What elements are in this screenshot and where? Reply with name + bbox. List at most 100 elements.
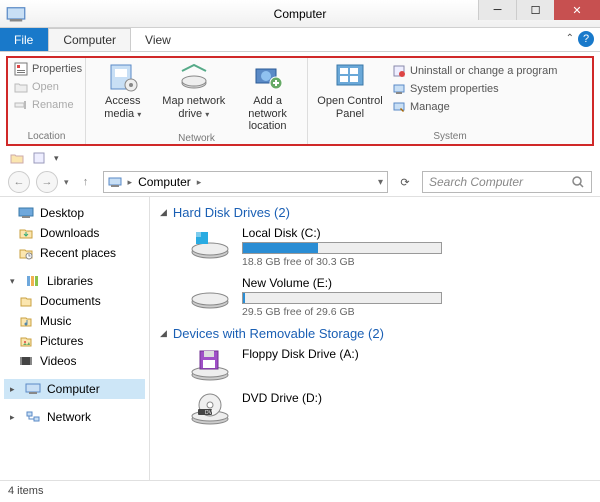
dropdown-icon: ▾ bbox=[137, 110, 141, 119]
body: Desktop Downloads Recent places ▾Librari… bbox=[0, 196, 600, 480]
forward-button[interactable]: → bbox=[36, 171, 58, 193]
section-hdd[interactable]: ◢Hard Disk Drives (2) bbox=[160, 205, 590, 220]
videos-icon bbox=[18, 353, 34, 369]
desktop-icon bbox=[18, 205, 34, 221]
breadcrumb-computer[interactable]: Computer bbox=[138, 175, 191, 189]
properties-label: Properties bbox=[32, 63, 82, 75]
sidebar-item-downloads[interactable]: Downloads bbox=[4, 223, 145, 243]
map-drive-button[interactable]: Map network drive ▾ bbox=[159, 61, 228, 133]
help-icon[interactable]: ? bbox=[578, 31, 594, 47]
drive-name: DVD Drive (D:) bbox=[242, 391, 322, 405]
history-dropdown-icon[interactable]: ▾ bbox=[64, 177, 69, 188]
uninstall-button[interactable]: Uninstall or change a program bbox=[392, 63, 557, 79]
documents-icon bbox=[18, 293, 34, 309]
drive-item[interactable]: New Volume (E:) 29.5 GB free of 29.6 GB bbox=[188, 276, 590, 318]
maximize-button[interactable]: ☐ bbox=[516, 0, 554, 20]
close-button[interactable]: ✕ bbox=[554, 0, 600, 20]
search-box[interactable]: Search Computer bbox=[422, 171, 592, 193]
sidebar-item-computer[interactable]: ▸Computer bbox=[4, 379, 145, 399]
pictures-icon bbox=[18, 333, 34, 349]
open-icon bbox=[14, 80, 28, 94]
open-button[interactable]: Open bbox=[14, 79, 79, 95]
menu-view[interactable]: View bbox=[131, 28, 186, 51]
floppy-icon bbox=[188, 347, 232, 383]
access-media-label: Access media bbox=[104, 95, 140, 120]
refresh-button[interactable]: ⟳ bbox=[394, 171, 416, 193]
drive-name: New Volume (E:) bbox=[242, 276, 442, 290]
ribbon-system-label: System bbox=[314, 131, 586, 142]
downloads-icon bbox=[18, 225, 34, 241]
address-dropdown-icon[interactable]: ▾ bbox=[378, 177, 383, 188]
qat-properties-icon[interactable] bbox=[32, 151, 46, 165]
menu-file[interactable]: File bbox=[0, 28, 48, 51]
system-props-label: System properties bbox=[410, 83, 499, 95]
collapse-icon[interactable]: ◢ bbox=[160, 207, 167, 218]
sidebar-item-documents[interactable]: Documents bbox=[4, 291, 145, 311]
qat-customize-icon[interactable]: ▾ bbox=[54, 153, 59, 164]
manage-button[interactable]: Manage bbox=[392, 99, 557, 115]
menu-strip: File Computer View ⌃ ? bbox=[0, 28, 600, 52]
access-media-button[interactable]: Access media ▾ bbox=[92, 61, 153, 133]
add-location-icon bbox=[252, 61, 284, 93]
dropdown-icon: ▾ bbox=[205, 110, 209, 119]
network-icon bbox=[25, 409, 41, 425]
back-button[interactable]: ← bbox=[8, 171, 30, 193]
ribbon-collapse-icon[interactable]: ⌃ bbox=[566, 33, 574, 44]
expand-icon[interactable]: ▸ bbox=[10, 412, 19, 423]
section-removable[interactable]: ◢Devices with Removable Storage (2) bbox=[160, 326, 590, 341]
uninstall-icon bbox=[392, 64, 406, 78]
menu-computer[interactable]: Computer bbox=[48, 28, 131, 51]
sidebar-item-recent[interactable]: Recent places bbox=[4, 243, 145, 263]
control-panel-button[interactable]: Open Control Panel bbox=[314, 61, 386, 120]
libraries-icon bbox=[25, 273, 41, 289]
sidebar-item-libraries[interactable]: ▾Libraries bbox=[4, 271, 145, 291]
volume-icon bbox=[188, 276, 232, 312]
search-placeholder: Search Computer bbox=[429, 175, 523, 189]
window-controls: ─ ☐ ✕ bbox=[478, 0, 600, 20]
sidebar-item-desktop[interactable]: Desktop bbox=[4, 203, 145, 223]
content-pane: ◢Hard Disk Drives (2) Local Disk (C:) 18… bbox=[150, 197, 600, 480]
control-panel-icon bbox=[334, 61, 366, 93]
drive-item[interactable]: Floppy Disk Drive (A:) bbox=[188, 347, 590, 383]
quick-access-toolbar: ▾ bbox=[0, 148, 600, 168]
rename-button[interactable]: Rename bbox=[14, 97, 79, 113]
up-button[interactable]: ↑ bbox=[75, 171, 97, 193]
system-props-button[interactable]: System properties bbox=[392, 81, 557, 97]
status-bar: 4 items bbox=[0, 480, 600, 500]
drive-item[interactable]: Local Disk (C:) 18.8 GB free of 30.3 GB bbox=[188, 226, 590, 268]
title-bar: Computer ─ ☐ ✕ bbox=[0, 0, 600, 28]
sidebar-item-network[interactable]: ▸Network bbox=[4, 407, 145, 427]
breadcrumb-sep[interactable]: ▸ bbox=[197, 177, 202, 188]
properties-button[interactable]: Properties bbox=[14, 61, 79, 77]
breadcrumb-sep: ▸ bbox=[128, 177, 133, 188]
rename-label: Rename bbox=[32, 99, 74, 111]
ribbon-network-label: Network bbox=[92, 133, 301, 144]
manage-label: Manage bbox=[410, 101, 450, 113]
address-bar[interactable]: ▸ Computer ▸ ▾ bbox=[103, 171, 388, 193]
sidebar-item-videos[interactable]: Videos bbox=[4, 351, 145, 371]
system-props-icon bbox=[392, 82, 406, 96]
dvd-icon: DVD bbox=[188, 391, 232, 427]
sidebar-item-music[interactable]: Music bbox=[4, 311, 145, 331]
drive-name: Local Disk (C:) bbox=[242, 226, 442, 240]
capacity-bar bbox=[242, 292, 442, 304]
qat-open-icon[interactable] bbox=[10, 151, 24, 165]
open-label: Open bbox=[32, 81, 59, 93]
sidebar: Desktop Downloads Recent places ▾Librari… bbox=[0, 197, 150, 480]
ribbon-group-network: Access media ▾ Map network drive ▾ Add a… bbox=[86, 58, 308, 144]
local-disk-icon bbox=[188, 226, 232, 262]
collapse-icon[interactable]: ◢ bbox=[160, 328, 167, 339]
media-icon bbox=[107, 61, 139, 93]
minimize-button[interactable]: ─ bbox=[478, 0, 516, 20]
nav-bar: ← → ▾ ↑ ▸ Computer ▸ ▾ ⟳ Search Computer bbox=[0, 168, 600, 196]
expand-icon[interactable]: ▸ bbox=[10, 384, 19, 395]
sidebar-item-pictures[interactable]: Pictures bbox=[4, 331, 145, 351]
ribbon: Properties Open Rename Location Access m… bbox=[6, 56, 594, 146]
search-icon bbox=[571, 175, 585, 189]
add-location-button[interactable]: Add a network location bbox=[234, 61, 301, 133]
manage-icon bbox=[392, 100, 406, 114]
ribbon-group-location: Properties Open Rename Location bbox=[8, 58, 86, 144]
drive-item[interactable]: DVD DVD Drive (D:) bbox=[188, 391, 590, 427]
control-panel-label: Open Control Panel bbox=[314, 95, 386, 120]
expand-icon[interactable]: ▾ bbox=[10, 276, 19, 287]
